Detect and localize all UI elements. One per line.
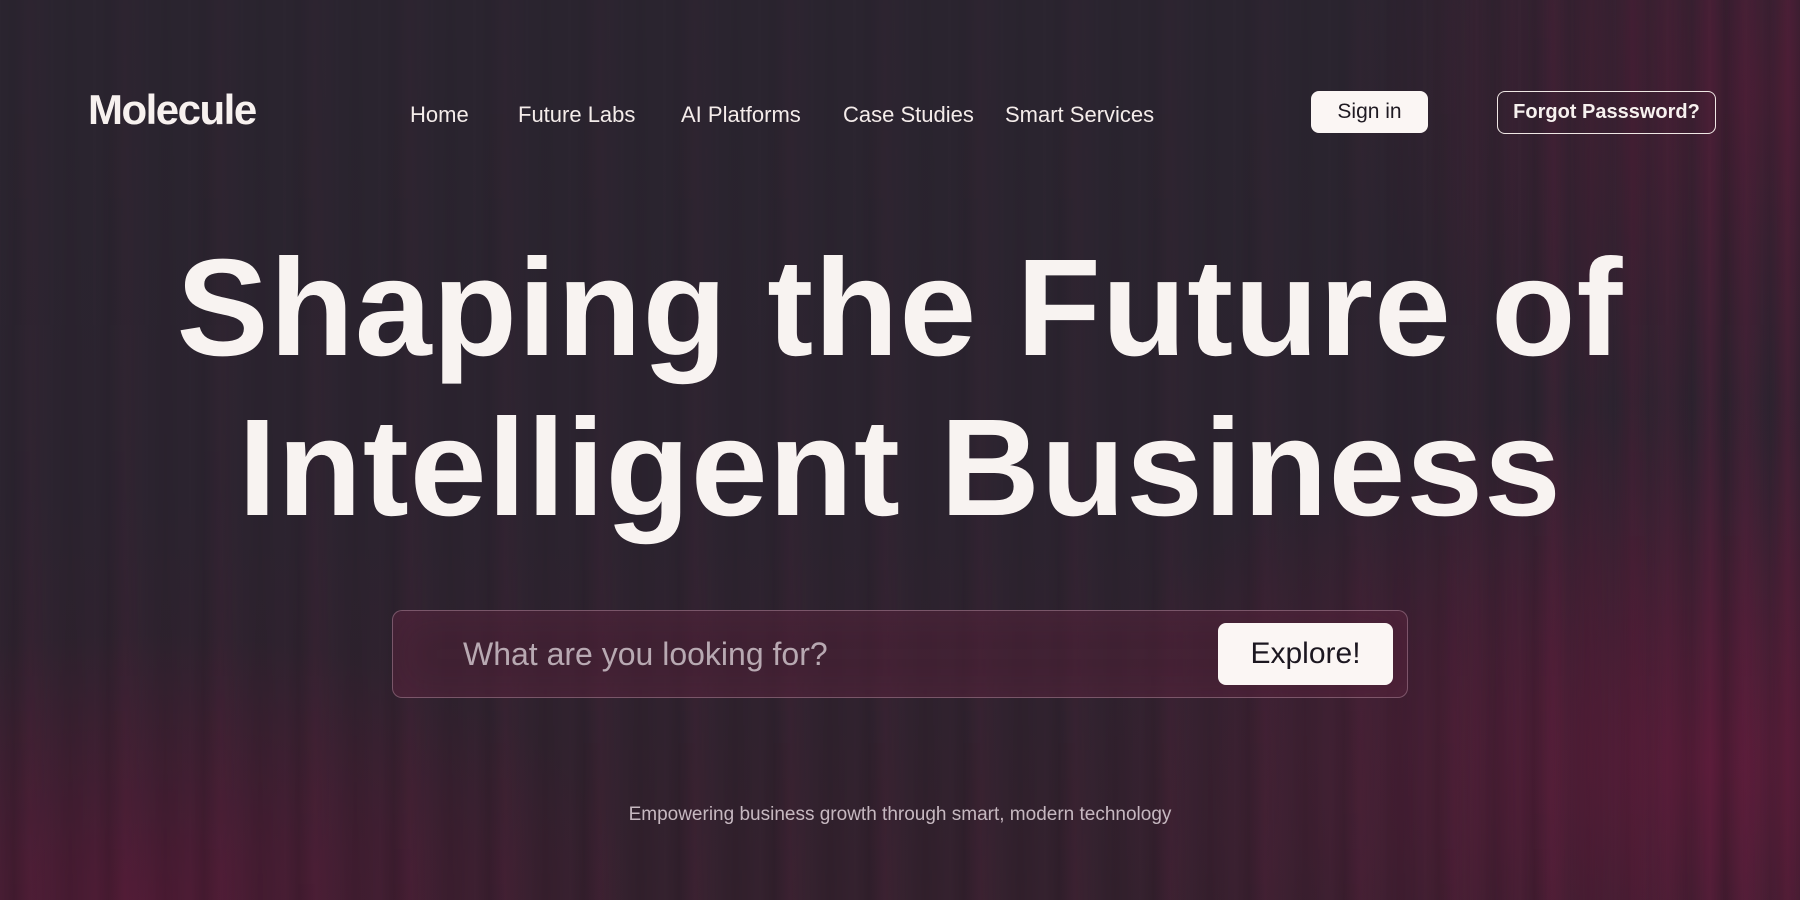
search-input[interactable] (461, 627, 1165, 681)
brand-logo[interactable]: Molecule (88, 86, 257, 134)
hero-title-line-2: Intelligent Business (238, 391, 1562, 545)
nav-item-ai-platforms[interactable]: AI Platforms (681, 102, 801, 128)
nav-item-home[interactable]: Home (410, 102, 469, 128)
explore-button[interactable]: Explore! (1218, 623, 1393, 685)
sign-in-button[interactable]: Sign in (1311, 91, 1428, 133)
nav-item-smart-services[interactable]: Smart Services (1005, 102, 1154, 128)
site-header: Molecule Home Future Labs AI Platforms C… (0, 78, 1800, 148)
hero-title: Shaping the Future of Intelligent Busine… (0, 228, 1800, 548)
search-bar: Explore! (392, 610, 1408, 698)
nav-item-future-labs[interactable]: Future Labs (518, 102, 635, 128)
tagline: Empowering business growth through smart… (628, 804, 1172, 825)
nav-item-case-studies[interactable]: Case Studies (843, 102, 974, 128)
forgot-password-button[interactable]: Forgot Passsword? (1497, 91, 1716, 134)
hero-title-line-1: Shaping the Future of (176, 231, 1624, 385)
